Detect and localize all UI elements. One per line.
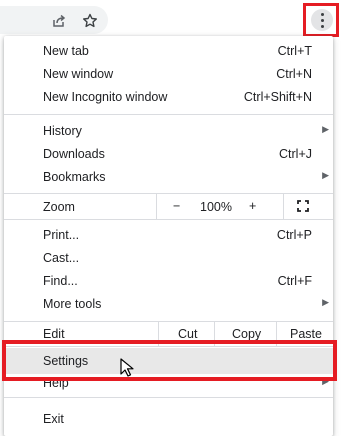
menu-divider xyxy=(4,397,333,398)
share-icon[interactable] xyxy=(51,13,67,29)
zoom-out-button[interactable]: − xyxy=(173,199,180,213)
menu-item-shortcut: Ctrl+P xyxy=(276,228,312,242)
menu-item-label: Downloads xyxy=(43,147,105,161)
menu-item-shortcut: Ctrl+Shift+N xyxy=(243,90,312,104)
mouse-pointer-icon xyxy=(120,358,134,378)
zoom-controls: − 100% + xyxy=(156,194,284,219)
chevron-right-icon: ▶ xyxy=(322,124,329,134)
menu-item-exit[interactable]: Exit xyxy=(4,408,333,431)
fullscreen-icon[interactable] xyxy=(297,200,309,212)
menu-divider xyxy=(4,114,333,115)
cut-label: Cut xyxy=(178,327,198,341)
browser-toolbar xyxy=(0,0,345,40)
copy-label: Copy xyxy=(232,327,262,341)
zoom-in-button[interactable]: + xyxy=(249,199,256,213)
menu-item-zoom: Zoom − 100% + xyxy=(4,194,333,219)
three-dot-menu-icon[interactable] xyxy=(311,9,333,31)
menu-item-find[interactable]: Find... Ctrl+F xyxy=(4,270,333,293)
chrome-main-menu: New tab Ctrl+T New window Ctrl+N New Inc… xyxy=(2,36,337,436)
menu-item-shortcut: Ctrl+N xyxy=(276,67,312,81)
chevron-right-icon: ▶ xyxy=(322,170,329,180)
menu-item-shortcut: Ctrl+F xyxy=(277,274,312,288)
menu-item-label: Find... xyxy=(43,274,78,288)
menu-item-bookmarks[interactable]: Bookmarks ▶ xyxy=(4,166,333,189)
menu-item-label: New window xyxy=(43,67,114,81)
menu-item-label: More tools xyxy=(43,297,102,311)
menu-item-new-tab[interactable]: New tab Ctrl+T xyxy=(4,40,333,63)
menu-item-label: Exit xyxy=(43,412,64,426)
menu-item-history[interactable]: History ▶ xyxy=(4,120,333,143)
menu-item-label: Bookmarks xyxy=(43,170,106,184)
menu-item-cast[interactable]: Cast... xyxy=(4,247,333,270)
menu-item-label: History xyxy=(43,124,82,138)
menu-item-new-window[interactable]: New window Ctrl+N xyxy=(4,63,333,86)
menu-item-new-incognito-window[interactable]: New Incognito window Ctrl+Shift+N xyxy=(4,86,333,109)
paste-label: Paste xyxy=(290,327,322,341)
menu-divider xyxy=(4,219,333,220)
menu-item-label: Cast... xyxy=(43,251,80,265)
menu-item-shortcut: Ctrl+J xyxy=(279,147,312,161)
menu-item-shortcut: Ctrl+T xyxy=(277,44,312,58)
menu-item-label: Edit xyxy=(43,327,65,341)
menu-item-more-tools[interactable]: More tools ▶ xyxy=(4,293,333,316)
menu-item-downloads[interactable]: Downloads Ctrl+J xyxy=(4,143,333,166)
menu-item-print[interactable]: Print... Ctrl+P xyxy=(4,224,333,247)
settings-highlight-outline xyxy=(2,340,337,381)
chevron-right-icon: ▶ xyxy=(322,297,329,307)
menu-item-label: New tab xyxy=(43,44,89,58)
star-icon[interactable] xyxy=(82,13,98,29)
menu-highlight-outline xyxy=(303,3,339,37)
zoom-level: 100% xyxy=(200,200,232,214)
menu-item-label: Zoom xyxy=(43,200,75,214)
menu-item-label: New Incognito window xyxy=(43,90,168,104)
menu-item-label: Print... xyxy=(43,228,80,242)
